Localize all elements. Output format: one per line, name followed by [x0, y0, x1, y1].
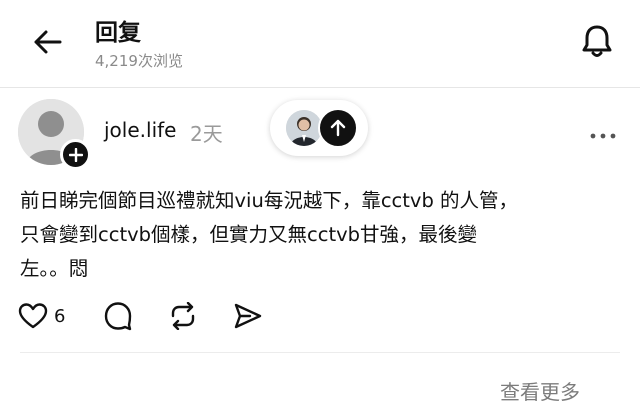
post-time: 2天	[190, 122, 223, 146]
bell-icon	[582, 25, 612, 57]
view-count: 4,219次浏览	[95, 52, 183, 70]
follow-button[interactable]	[60, 139, 91, 170]
user-photo-icon	[286, 110, 322, 146]
comment-icon	[104, 302, 132, 331]
like-count: 6	[54, 306, 66, 327]
replied-user-avatar[interactable]	[286, 110, 322, 146]
comment-button[interactable]	[103, 301, 133, 335]
heart-icon	[18, 303, 48, 329]
more-options-button[interactable]	[588, 126, 618, 139]
scroll-to-parent-button[interactable]	[318, 108, 358, 148]
username[interactable]: jole.life	[104, 118, 176, 142]
header-divider	[0, 87, 640, 88]
send-icon	[234, 303, 262, 329]
arrow-up-icon	[330, 119, 346, 137]
back-button[interactable]	[30, 28, 64, 56]
notifications-button[interactable]	[578, 22, 616, 60]
arrow-left-icon	[34, 30, 62, 54]
share-button[interactable]	[233, 302, 263, 334]
plus-icon	[68, 147, 83, 162]
repost-button[interactable]	[168, 301, 198, 334]
repost-icon	[171, 301, 195, 331]
post-divider	[20, 352, 620, 353]
like-button[interactable]	[18, 302, 48, 334]
more-dots-icon	[590, 133, 616, 139]
page-title: 回复	[95, 20, 141, 46]
post-text: 前日睇完個節目巡禮就知viu每況越下，靠cctvb 的人管， 只會變到cctvb…	[20, 189, 519, 280]
watermark-text: 查看更多	[500, 380, 580, 404]
